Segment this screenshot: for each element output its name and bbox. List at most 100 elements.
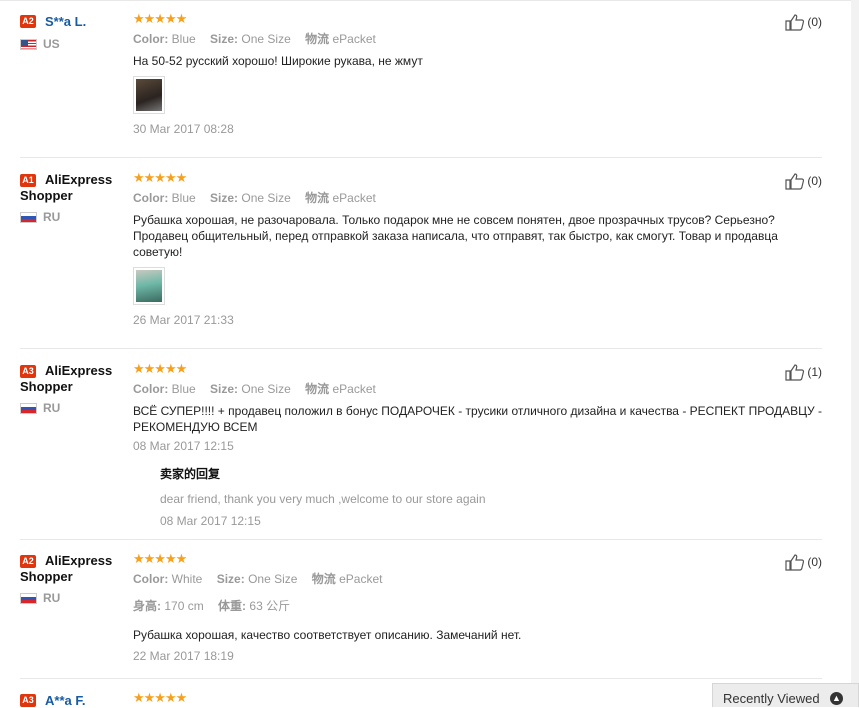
helpful-button[interactable]: (0) [785,172,822,190]
shipping-value: ePacket [339,572,383,586]
color-label: Color: [133,382,169,396]
buyer-level-badge: A3 [20,364,36,378]
helpful-button[interactable]: (1) [785,363,822,381]
review-divider [20,157,822,158]
size-value: One Size [241,191,291,205]
buyer-level-badge: A3 [20,693,36,707]
review-divider [20,678,822,679]
buyer-level-badge: A2 [20,14,36,28]
review-body: ★★★★★ Color: Blue Size: One Size 物流 ePac… [133,11,823,136]
review-text: На 50-52 русский хорошо! Широкие рукава,… [133,54,423,68]
country-code: US [43,37,60,51]
reviewer-name[interactable]: S**a L. [45,14,86,29]
size-label: Size: [216,572,245,586]
reviewer-name-cont: Shopper [20,188,73,203]
review-body: ★★★★★ Color: Blue Size: One Size 物流 ePac… [133,361,823,528]
body-measurements: 身高: 170 cm 体重: 63 公斤 [133,599,823,613]
review-date: 26 Mar 2017 21:33 [133,313,234,327]
recently-viewed-tab[interactable]: Recently Viewed ▲ [712,683,859,707]
country-code: RU [43,210,61,224]
helpful-count: (0) [807,555,822,569]
review-photo-thumbnail[interactable] [133,267,165,305]
helpful-count: (1) [807,365,822,379]
order-attributes: Color: Blue Size: One Size 物流 ePacket [133,191,823,205]
shipping-label: 物流 [311,572,336,586]
us-flag-icon [20,38,37,50]
size-value: One Size [241,382,291,396]
reviewer-info: A2 S**a L. US [20,13,128,51]
page-scrollbar[interactable] [851,0,859,707]
color-label: Color: [133,572,169,586]
review-divider [20,348,822,349]
shipping-value: ePacket [332,382,376,396]
thumbs-up-icon [785,554,805,571]
thumbs-up-icon [785,173,805,190]
reviewer-info: A3 A**a F. [20,692,128,708]
review-photo-thumbnail[interactable] [133,76,165,114]
order-attributes: Color: Blue Size: One Size 物流 ePacket [133,382,823,396]
chevron-up-icon: ▲ [830,692,843,705]
seller-reply-date: 08 Mar 2017 12:15 [160,514,261,528]
size-label: Size: [210,382,239,396]
thumbs-up-icon [785,14,805,31]
review-date: 30 Mar 2017 08:28 [133,122,234,136]
reviewer-info: A2 AliExpress Shopper RU [20,553,128,605]
shipping-value: ePacket [332,191,376,205]
color-value: Blue [171,382,196,396]
reviewer-name-cont: Shopper [20,379,73,394]
buyer-level-badge: A2 [20,554,36,568]
reviewer-info: A3 AliExpress Shopper RU [20,363,128,415]
color-value: Blue [171,191,196,205]
review-date: 08 Mar 2017 12:15 [133,439,234,453]
reviewer-name[interactable]: A**a F. [45,693,85,708]
height-label: 身高: [133,599,161,613]
review-date: 22 Mar 2017 18:19 [133,649,234,663]
shipping-value: ePacket [332,32,376,46]
shipping-label: 物流 [305,191,330,205]
ru-flag-icon [20,592,37,604]
review-text: Рубашка хорошая, не разочаровала. Только… [133,213,778,259]
reviewer-name-cont: Shopper [20,569,73,584]
seller-reply-title: 卖家的回复 [160,467,221,481]
buyer-level-badge: A1 [20,173,36,187]
review-body: ★★★★★ Color: Blue Size: One Size 物流 ePac… [133,170,823,327]
star-rating: ★★★★★ [133,170,187,185]
height-value: 170 cm [164,599,204,613]
recently-viewed-label: Recently Viewed [723,691,820,706]
helpful-button[interactable]: (0) [785,553,822,571]
reviewer-name: AliExpress [45,363,113,378]
helpful-count: (0) [807,15,822,29]
photo-icon [136,79,162,111]
color-label: Color: [133,191,169,205]
photo-icon [136,270,162,302]
star-rating: ★★★★★ [133,551,187,566]
review-divider [20,539,822,540]
helpful-count: (0) [807,174,822,188]
top-divider [0,0,859,1]
review-text: ВСЁ СУПЕР!!!! + продавец положил в бонус… [133,404,823,434]
ru-flag-icon [20,402,37,414]
seller-reply: 卖家的回复 dear friend, thank you very much ,… [160,465,823,528]
shipping-label: 物流 [305,382,330,396]
weight-value: 63 公斤 [249,599,291,613]
order-attributes: Color: White Size: One Size 物流 ePacket [133,572,823,586]
reviewer-name: AliExpress [45,172,113,187]
reviewer-name: AliExpress [45,553,113,568]
seller-reply-text: dear friend, thank you very much ,welcom… [160,492,486,506]
color-value: Blue [171,32,196,46]
color-label: Color: [133,32,169,46]
size-value: One Size [248,572,298,586]
star-rating: ★★★★★ [133,361,187,376]
size-label: Size: [210,191,239,205]
country-code: RU [43,401,61,415]
star-rating: ★★★★★ [133,11,187,26]
reviewer-info: A1 AliExpress Shopper RU [20,172,128,224]
review-text: Рубашка хорошая, качество соответствует … [133,628,522,642]
thumbs-up-icon [785,364,805,381]
ru-flag-icon [20,211,37,223]
helpful-button[interactable]: (0) [785,13,822,31]
order-attributes: Color: Blue Size: One Size 物流 ePacket [133,32,823,46]
color-value: White [171,572,203,586]
shipping-label: 物流 [305,32,330,46]
weight-label: 体重: [218,599,247,613]
